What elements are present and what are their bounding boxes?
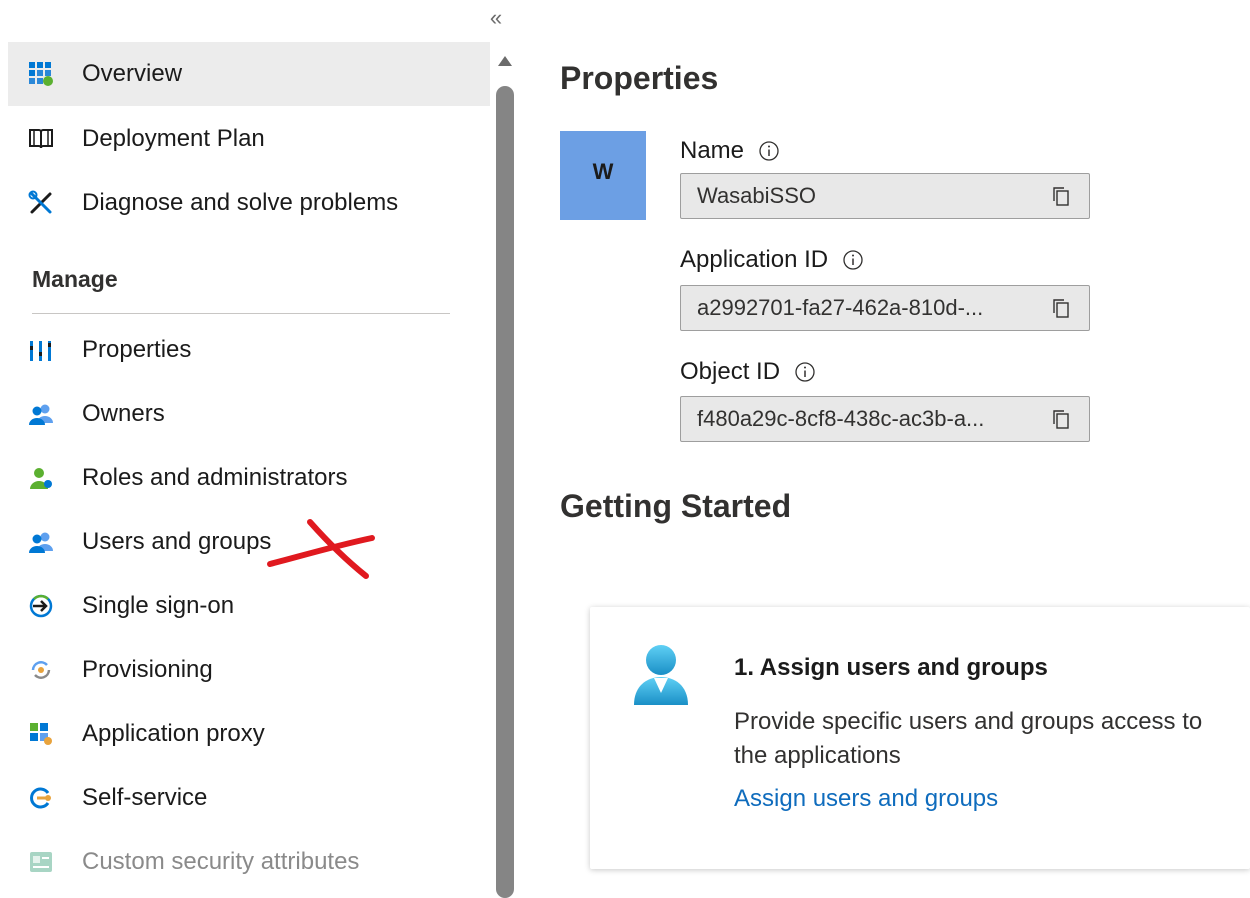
getting-started-title: Getting Started — [560, 488, 792, 524]
provisioning-icon — [31, 661, 51, 679]
sign-in-arrow-icon — [29, 594, 53, 618]
properties-title: Properties — [560, 60, 719, 96]
sidebar-item-roles[interactable]: Roles and administrators — [8, 446, 490, 510]
sidebar-item-label: Application proxy — [82, 720, 265, 747]
sidebar-item-owners[interactable]: Owners — [8, 382, 490, 446]
object-id-label-row: Object ID — [680, 358, 816, 386]
info-icon[interactable] — [842, 249, 864, 271]
sidebar-item-label: Properties — [82, 336, 192, 363]
application-id-value: a2992701-fa27-462a-810d-... — [697, 295, 984, 320]
sidebar-item-custom-security-attributes[interactable]: Custom security attributes — [8, 830, 490, 894]
sidebar-item-deployment-plan[interactable]: Deployment Plan — [8, 107, 490, 171]
app-id-label-row: Application ID — [680, 246, 864, 274]
assign-users-groups-link[interactable]: Assign users and groups — [734, 785, 998, 813]
object-id-label: Object ID — [680, 358, 781, 385]
scrollbar-thumb[interactable] — [496, 86, 514, 898]
sidebar-nav: Overview Deployment Plan Diagnose and so… — [0, 0, 490, 898]
card-description: Provide specific users and groups access… — [734, 708, 1203, 769]
name-value: WasabiSSO — [697, 183, 817, 208]
name-label-row: Name — [680, 137, 780, 165]
sidebar-item-single-sign-on[interactable]: Single sign-on — [8, 574, 490, 638]
tools-icon — [28, 190, 52, 214]
copy-icon[interactable] — [1051, 185, 1071, 207]
assign-users-card: 1. Assign users and groups Provide speci… — [590, 607, 1250, 869]
red-annotation-mark — [267, 519, 375, 579]
application-id-label: Application ID — [680, 246, 829, 273]
app-avatar: W — [560, 131, 646, 220]
user-person-icon — [634, 645, 688, 705]
roles-icon — [30, 468, 52, 489]
owners-icon — [29, 404, 53, 425]
info-icon[interactable] — [794, 361, 816, 383]
sidebar-item-label: Provisioning — [82, 656, 213, 683]
sidebar-item-label: Deployment Plan — [82, 125, 265, 152]
object-id-value: f480a29c-8cf8-438c-ac3b-a... — [697, 406, 985, 431]
card-title: 1. Assign users and groups — [734, 654, 1048, 681]
name-field[interactable]: WasabiSSO — [680, 173, 1090, 219]
overview-grid-icon — [29, 62, 53, 86]
sidebar-item-label: Single sign-on — [82, 592, 235, 619]
sidebar-item-provisioning[interactable]: Provisioning — [8, 638, 490, 702]
sidebar-item-label: Custom security attributes — [82, 848, 360, 875]
sidebar-item-properties[interactable]: Properties — [8, 318, 490, 382]
sidebar-item-users-and-groups[interactable]: Users and groups — [8, 510, 490, 574]
self-service-icon — [30, 787, 51, 809]
book-icon — [29, 129, 53, 149]
sidebar-item-label: Users and groups — [82, 528, 272, 555]
info-icon[interactable] — [758, 140, 780, 162]
custom-attributes-icon — [30, 852, 52, 872]
sidebar-item-label: Diagnose and solve problems — [82, 189, 399, 216]
name-label: Name — [680, 137, 745, 164]
sidebar-item-overview[interactable]: Overview — [8, 42, 490, 106]
object-id-field[interactable]: f480a29c-8cf8-438c-ac3b-a... — [680, 396, 1090, 442]
copy-icon[interactable] — [1051, 297, 1071, 319]
users-groups-icon — [29, 532, 53, 553]
section-divider — [32, 313, 450, 314]
properties-bars-icon — [30, 341, 51, 361]
scroll-up-arrow-icon[interactable] — [498, 56, 512, 66]
app-proxy-icon — [30, 723, 52, 745]
sidebar-item-label: Overview — [82, 60, 183, 87]
sidebar-item-application-proxy[interactable]: Application proxy — [8, 702, 490, 766]
sidebar-item-label: Owners — [82, 400, 165, 427]
sidebar-item-label: Roles and administrators — [82, 464, 348, 491]
sidebar-item-label: Self-service — [82, 784, 208, 811]
sidebar-item-self-service[interactable]: Self-service — [8, 766, 490, 830]
copy-icon[interactable] — [1051, 408, 1071, 430]
application-id-field[interactable]: a2992701-fa27-462a-810d-... — [680, 285, 1090, 331]
sidebar-item-diagnose[interactable]: Diagnose and solve problems — [8, 171, 490, 235]
manage-section-header: Manage — [32, 266, 118, 292]
